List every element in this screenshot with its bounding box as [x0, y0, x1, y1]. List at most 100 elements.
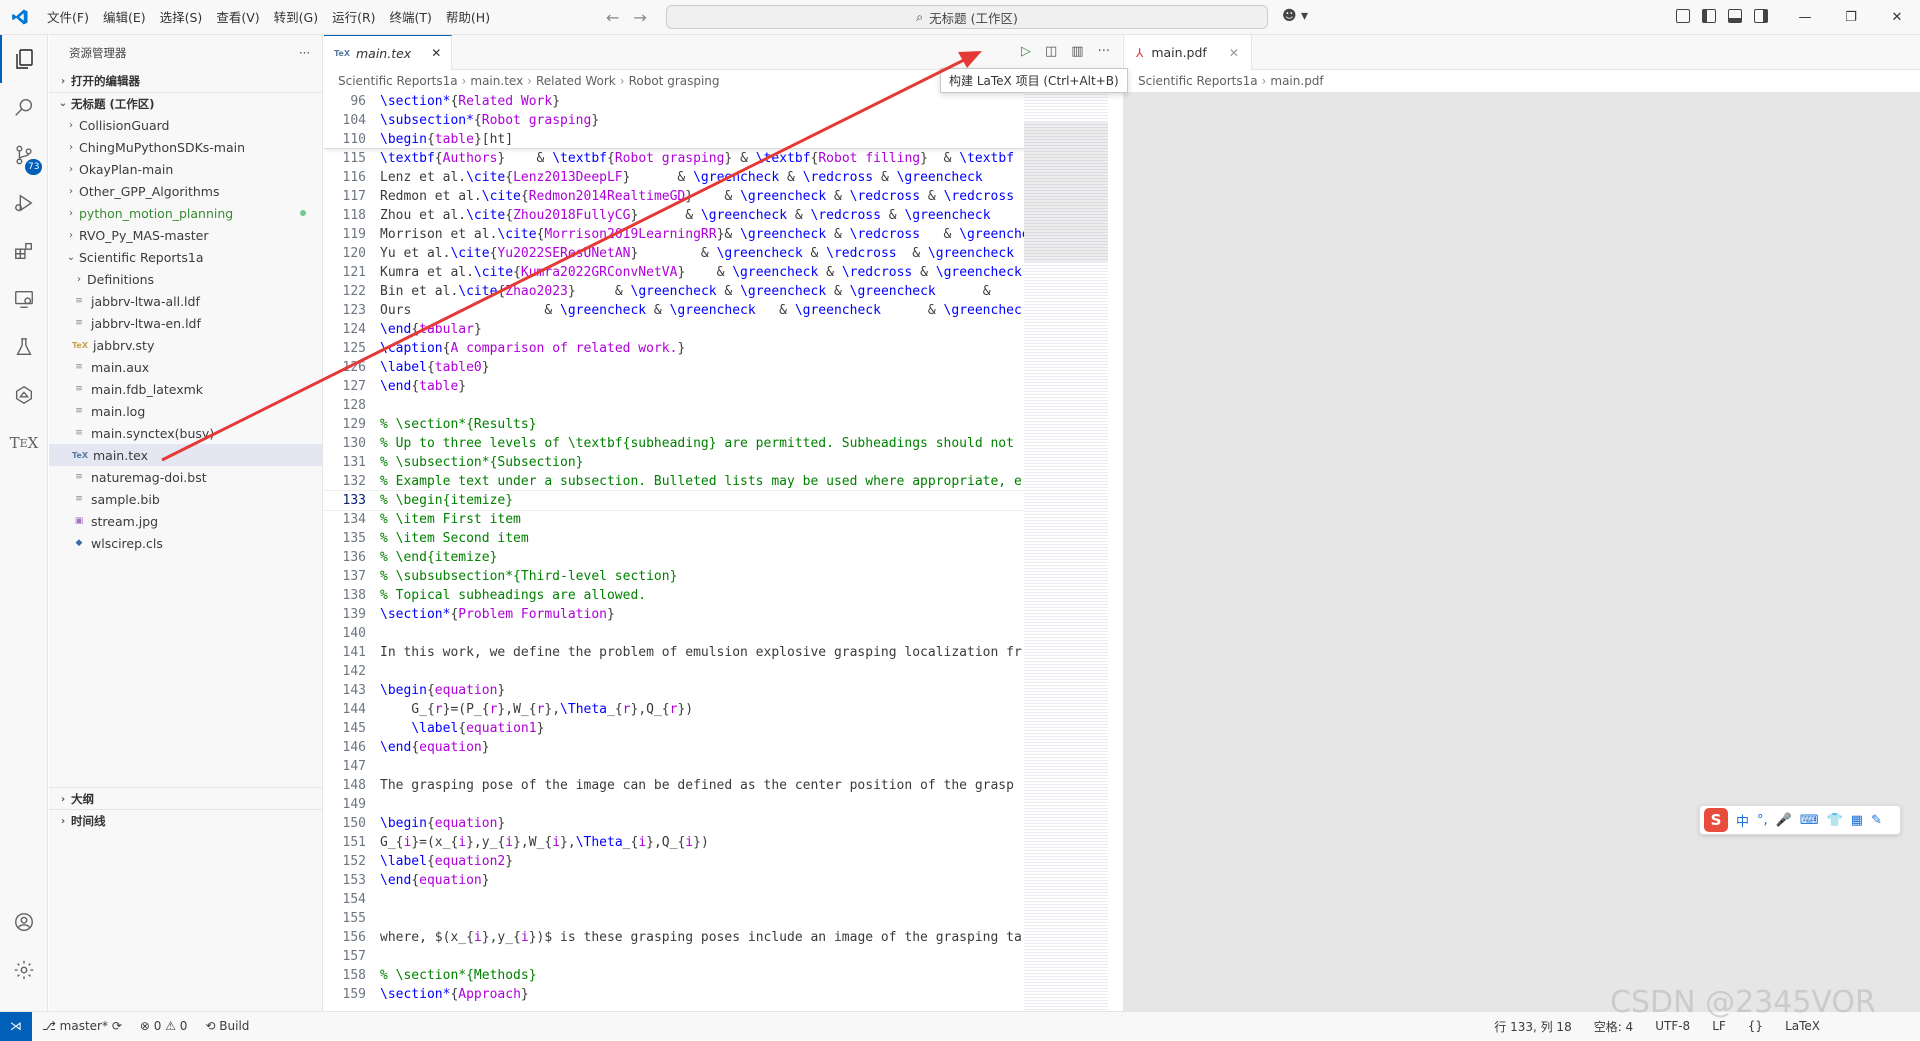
line-number: 152	[342, 854, 366, 869]
ime-toolbar[interactable]: S 中 °, 🎤 ⌨ 👕 ▦ ✎	[1699, 805, 1901, 835]
breadcrumb-item[interactable]: main.pdf	[1270, 74, 1323, 88]
remote-indicator-icon[interactable]: ⋊	[0, 1011, 32, 1041]
folder-item-open[interactable]: ⌄ Scientific Reports1a	[49, 246, 322, 268]
folder-item[interactable]: › python_motion_planning	[49, 202, 322, 224]
folder-item[interactable]: › OkayPlan-main	[49, 158, 322, 180]
folder-item[interactable]: › CollisionGuard	[49, 114, 322, 136]
file-item[interactable]: ≡ sample.bib	[49, 488, 322, 510]
source-control-badge: 73	[25, 159, 43, 175]
cursor-position[interactable]: 行 133, 列 18	[1494, 1018, 1571, 1035]
code-editor[interactable]: 96 \section*{Related Work} 104 \subsection*…	[324, 92, 1024, 1011]
pdf-viewer[interactable]	[1124, 92, 1920, 1011]
file-item[interactable]: ≡ main.aux	[49, 356, 322, 378]
ime-tool-icon[interactable]: ⌨	[1800, 813, 1819, 828]
file-item[interactable]: ≡ jabbrv-ltwa-en.ldf	[49, 312, 322, 334]
menu-item-2[interactable]: 选择(S)	[153, 0, 210, 35]
breadcrumb-item[interactable]: Scientific Reports1a	[1138, 74, 1258, 88]
close-tab-icon[interactable]: ✕	[431, 46, 441, 60]
file-item[interactable]: ≡ main.fdb_latexmk	[49, 378, 322, 400]
breadcrumb-item[interactable]: Related Work	[536, 74, 616, 88]
end-of-line[interactable]: LF	[1712, 1019, 1726, 1033]
open-editors-section[interactable]: › 打开的编辑器	[49, 70, 322, 92]
file-item[interactable]: ≡ main.synctex(busy)	[49, 422, 322, 444]
run-debug-icon[interactable]	[0, 179, 48, 227]
folder-item[interactable]: › Definitions	[49, 268, 322, 290]
breadcrumb-item[interactable]: Scientific Reports1a	[338, 74, 458, 88]
more-editor-actions-icon[interactable]: ···	[1098, 44, 1110, 59]
workspace-section[interactable]: ⌄ 无标题 (工作区)	[49, 92, 322, 114]
toggle-primary-sidebar-icon[interactable]	[1702, 9, 1716, 23]
settings-gear-icon[interactable]	[0, 946, 48, 994]
menu-item-1[interactable]: 编辑(E)	[96, 0, 153, 35]
encoding[interactable]: UTF-8	[1655, 1019, 1690, 1033]
menu-item-5[interactable]: 运行(R)	[325, 0, 382, 35]
minimap-slider[interactable]	[1024, 122, 1108, 262]
file-item[interactable]: ≡ main.log	[49, 400, 322, 422]
restore-icon[interactable]: ❐	[1828, 0, 1874, 35]
build-status[interactable]: ⟲ Build	[205, 1019, 249, 1033]
menu-item-0[interactable]: 文件(F)	[40, 0, 96, 35]
file-item[interactable]: ▣ stream.jpg	[49, 510, 322, 532]
breadcrumb-item[interactable]: Robot grasping	[629, 74, 720, 88]
menu-item-7[interactable]: 帮助(H)	[439, 0, 497, 35]
ime-tool-icon[interactable]: ✎	[1871, 813, 1882, 828]
close-tab-icon[interactable]: ✕	[1229, 46, 1239, 60]
ime-tool-icon[interactable]: 中	[1736, 811, 1749, 830]
outline-section[interactable]: › 大纲	[49, 787, 323, 810]
command-center[interactable]: ⌕ 无标题 (工作区)	[666, 5, 1268, 29]
view-latex-pdf-icon[interactable]: ◫	[1045, 44, 1057, 59]
ime-tool-icon[interactable]: 🎤	[1776, 813, 1792, 828]
close-window-icon[interactable]: ✕	[1874, 0, 1920, 35]
explorer-icon[interactable]	[0, 35, 48, 83]
toggle-secondary-sidebar-icon[interactable]	[1754, 9, 1768, 23]
line-number: 130	[342, 436, 366, 451]
extension-pack-icon[interactable]	[0, 371, 48, 419]
forward-arrow-icon[interactable]: →	[633, 8, 646, 27]
extensions-icon[interactable]	[0, 227, 48, 275]
testing-icon[interactable]	[0, 323, 48, 371]
folder-item[interactable]: › Other_GPP_Algorithms	[49, 180, 322, 202]
sogou-ime-icon[interactable]: S	[1704, 808, 1728, 832]
more-actions-icon[interactable]: ···	[299, 46, 310, 60]
copilot-icon[interactable]: ☻ ▾	[1282, 8, 1308, 24]
folder-item[interactable]: › RVO_Py_MAS-master	[49, 224, 322, 246]
search-view-icon[interactable]	[0, 83, 48, 131]
folder-item[interactable]: › ChingMuPythonSDKs-main	[49, 136, 322, 158]
breadcrumb-item[interactable]: main.tex	[470, 74, 523, 88]
file-item[interactable]: TeX jabbrv.sty	[49, 334, 322, 356]
code-line: 158 % \section*{Methods}	[324, 966, 1024, 985]
tab-main-pdf[interactable]: ⅄ main.pdf ✕	[1124, 35, 1252, 70]
build-latex-play-icon[interactable]: ▷	[1021, 44, 1031, 59]
ime-tool-icon[interactable]: ▦	[1851, 813, 1863, 828]
ime-tool-icon[interactable]: °,	[1757, 813, 1768, 828]
file-item[interactable]: ≡ jabbrv-ltwa-all.ldf	[49, 290, 322, 312]
problems-status[interactable]: ⊗ 0 ⚠ 0	[140, 1019, 188, 1033]
remote-explorer-icon[interactable]	[0, 275, 48, 323]
braces-indicator[interactable]: {}	[1748, 1019, 1763, 1033]
search-icon: ⌕	[916, 9, 924, 24]
sync-icon[interactable]: ⟳	[112, 1019, 122, 1033]
file-item[interactable]: ≡ naturemag-doi.bst	[49, 466, 322, 488]
menu-item-4[interactable]: 转到(G)	[267, 0, 325, 35]
customize-layout-icon[interactable]	[1676, 9, 1690, 23]
tab-main-tex[interactable]: TeX main.tex ✕	[324, 35, 453, 70]
split-editor-icon[interactable]: ▥	[1071, 44, 1083, 59]
language-mode[interactable]: LaTeX	[1785, 1019, 1820, 1033]
folder-label: python_motion_planning	[79, 205, 234, 221]
tex-icon[interactable]: TEX	[0, 419, 48, 467]
file-item[interactable]: TeX main.tex	[49, 444, 322, 466]
timeline-section[interactable]: › 时间线	[49, 809, 323, 832]
ime-tool-icon[interactable]: 👕	[1827, 813, 1843, 828]
vertical-scrollbar[interactable]	[1110, 92, 1122, 1011]
branch-status[interactable]: ⎇ master* ⟳	[42, 1019, 122, 1033]
minimize-icon[interactable]: —	[1782, 0, 1828, 35]
toggle-panel-icon[interactable]	[1728, 9, 1742, 23]
account-icon[interactable]	[0, 898, 48, 946]
minimap[interactable]	[1024, 92, 1108, 1011]
menu-item-3[interactable]: 查看(V)	[209, 0, 266, 35]
menu-item-6[interactable]: 终端(T)	[383, 0, 439, 35]
back-arrow-icon[interactable]: ←	[606, 8, 619, 27]
file-item[interactable]: ◆ wlscirep.cls	[49, 532, 322, 554]
indentation[interactable]: 空格: 4	[1594, 1018, 1634, 1035]
source-control-icon[interactable]: 73	[0, 131, 48, 179]
